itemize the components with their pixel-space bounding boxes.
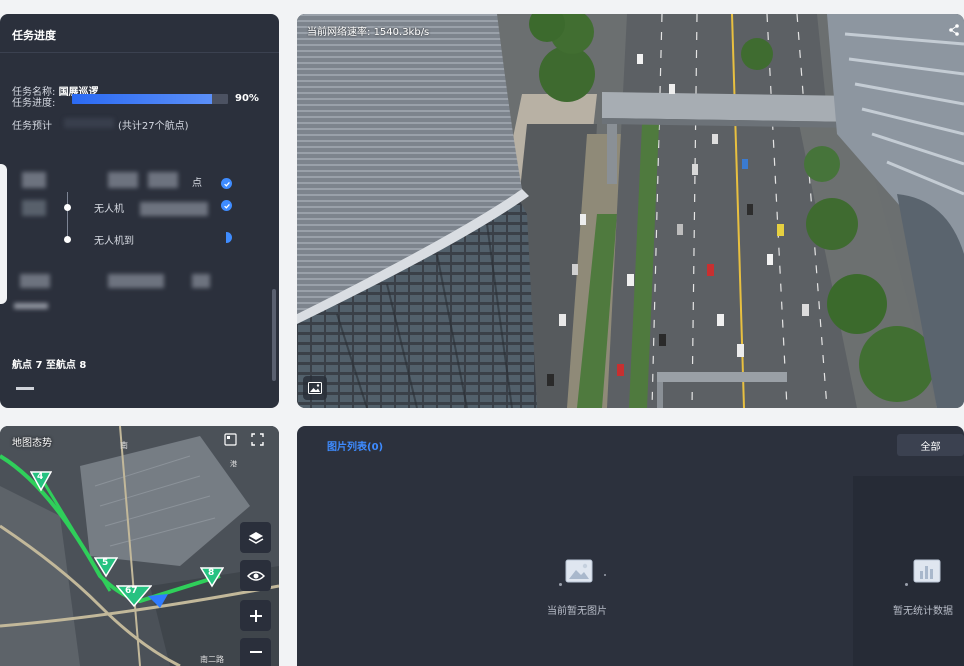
waypoint-marker[interactable]: 8 [199, 566, 225, 592]
share-button[interactable] [948, 22, 960, 36]
panel-notch [0, 164, 7, 304]
redacted-block [108, 274, 164, 288]
svg-text:港: 港 [230, 459, 237, 468]
image-icon [308, 382, 322, 394]
filter-all-button[interactable]: 全部 [897, 434, 964, 456]
progress-bar-fill [72, 94, 213, 104]
scrollbar[interactable] [272, 289, 276, 381]
panel-title: 任务进度 [12, 29, 56, 42]
check-icon [221, 200, 232, 211]
zoom-out-button[interactable] [240, 638, 271, 666]
timeline-dot [64, 204, 71, 211]
empty-pictures-text: 当前暂无图片 [547, 606, 607, 617]
waypoint-total: (共计27个航点) [118, 121, 189, 132]
drone-position-icon [148, 594, 168, 608]
segment-indicator [16, 387, 34, 390]
divider [0, 52, 279, 53]
redacted-block [64, 118, 114, 128]
satellite-map[interactable]: 南 南二路 港 [0, 426, 279, 666]
network-speed-label: 当前网络速率: [307, 27, 371, 38]
redacted-block [20, 274, 50, 288]
empty-chart-icon [913, 559, 941, 583]
redacted-block [140, 202, 208, 216]
network-speed-value: 1540.3kb/s [373, 27, 430, 38]
layers-icon [248, 531, 263, 544]
svg-text:南二路: 南二路 [200, 654, 224, 664]
statistics-pane: 暂无统计数据 [853, 476, 964, 666]
zoom-out-icon [249, 651, 262, 653]
share-icon [949, 24, 959, 36]
waypoint-number: 5 [102, 558, 109, 568]
waypoint-number: 8 [208, 568, 215, 578]
waypoint-number: 67 [125, 586, 138, 596]
aerial-video-frame [297, 14, 964, 408]
progress-bar [72, 94, 228, 104]
timeline-dot [64, 236, 71, 243]
empty-image-icon [565, 559, 593, 583]
picture-list-panel: 图片列表(0) 全部 当前暂无图片 暂无统计数据 [297, 426, 964, 666]
zoom-in-button[interactable] [240, 600, 271, 631]
empty-stats-text: 暂无统计数据 [893, 606, 953, 617]
waypoint-marker[interactable]: 4 [29, 470, 53, 496]
redacted-block [148, 172, 178, 188]
fullscreen-icon[interactable] [251, 433, 264, 446]
check-icon [221, 178, 232, 189]
timeline-line [67, 192, 68, 240]
redacted-block [22, 200, 46, 216]
visibility-button[interactable] [240, 560, 271, 591]
eye-icon [246, 570, 265, 581]
waypoint-marker[interactable]: 5 [93, 556, 119, 582]
task-progress-panel: 任务进度 任务名称: 国展巡逻 任务进度: 90% 任务预计 (共计27个航点)… [0, 14, 279, 408]
waypoint-text: 无人机 [94, 204, 124, 215]
video-feed-panel: 当前网络速率: 1540.3kb/s [297, 14, 964, 408]
svg-text:南: 南 [120, 440, 128, 450]
waypoint-text: 无人机到 [94, 236, 134, 247]
task-eta-label: 任务预计 [12, 121, 52, 132]
task-progress-label: 任务进度: [12, 98, 56, 109]
legend-icon[interactable] [224, 433, 237, 446]
layers-button[interactable] [240, 522, 271, 553]
redacted-block [108, 172, 138, 188]
redacted-block [22, 172, 46, 188]
current-segment: 航点 7 至航点 8 [12, 360, 87, 371]
waypoint-marker[interactable]: 67 [115, 584, 153, 612]
in-progress-icon [226, 232, 232, 243]
network-speed: 当前网络速率: 1540.3kb/s [307, 23, 429, 38]
sparkle-dot [559, 583, 562, 586]
progress-percent: 90% [235, 93, 259, 104]
picture-list-title[interactable]: 图片列表(0) [327, 438, 383, 453]
sparkle-dot [604, 574, 606, 576]
map-panel[interactable]: 南 南二路 港 地图态势 4 5 67 8 [0, 426, 279, 666]
map-title: 地图态势 [12, 438, 52, 449]
sparkle-dot [905, 583, 908, 586]
waypoint-number: 4 [37, 472, 44, 482]
snapshot-button[interactable] [303, 376, 327, 400]
redacted-block [192, 274, 210, 288]
zoom-in-icon [249, 609, 262, 622]
redacted-block [14, 303, 48, 309]
waypoint-text: 点 [192, 178, 202, 189]
